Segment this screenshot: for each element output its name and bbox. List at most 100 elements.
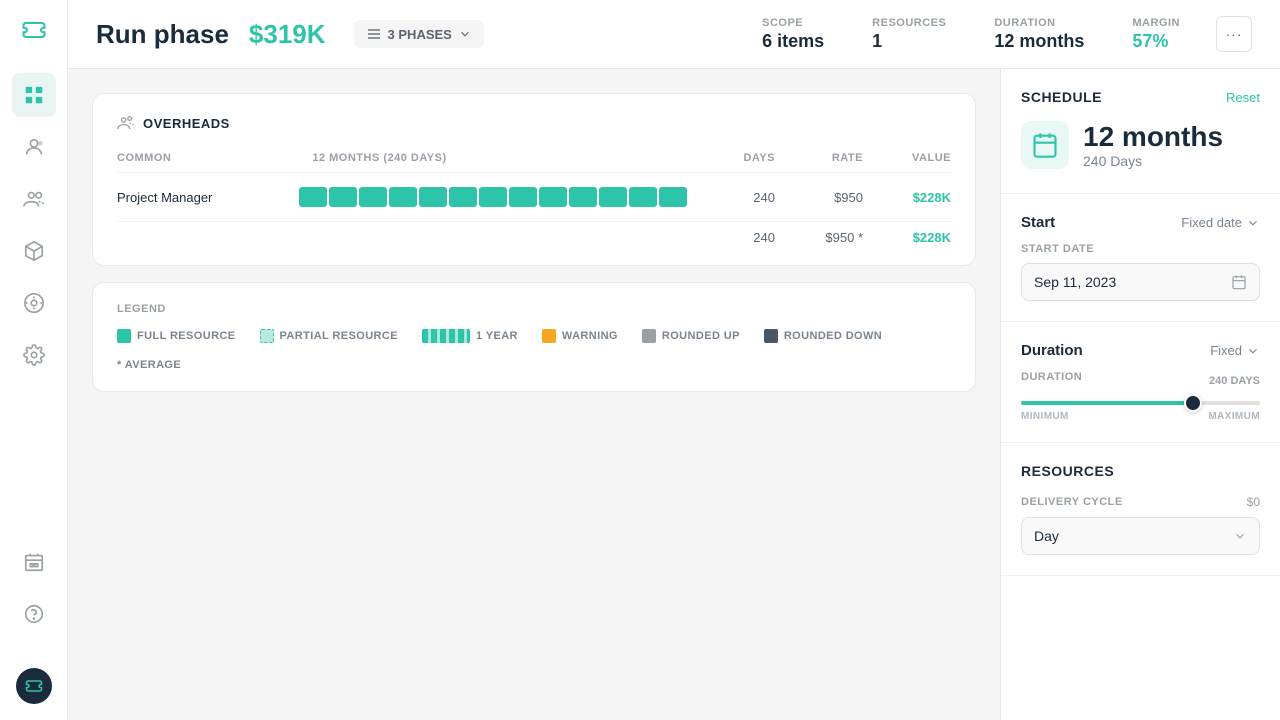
start-date-label: START DATE [1021,243,1260,255]
slider-fill [1021,401,1193,405]
calendar-small-icon [1231,274,1247,290]
sidebar-item-chat[interactable] [12,281,56,325]
duration-slider[interactable] [1021,401,1260,405]
full-resource-label: FULL RESOURCE [137,330,236,342]
stat-scope: SCOPE 6 items [762,17,824,52]
reset-button[interactable]: Reset [1226,90,1260,105]
duration-field-label: Duration [1021,342,1083,359]
row-rate: $950 [783,190,863,205]
overheads-icon [117,114,135,132]
sidebar-item-settings[interactable] [12,333,56,377]
gbar-2 [329,187,357,207]
legend-warning: WARNING [542,329,618,343]
chevron-down-icon [1246,216,1260,230]
day-select[interactable]: Day [1021,517,1260,555]
resources-value: 1 [872,31,946,52]
schedule-months: 12 months [1083,121,1223,153]
gbar-9 [539,187,567,207]
duration-field-row: Duration Fixed [1021,342,1260,359]
delivery-cycle-label: DELIVERY CYCLE [1021,496,1123,508]
margin-label: MARGIN [1132,17,1180,29]
start-label: Start [1021,214,1055,231]
sidebar-item-team[interactable] [12,177,56,221]
gbar-5 [419,187,447,207]
row-days: 240 [695,190,775,205]
stat-resources: RESOURCES 1 [872,17,946,52]
duration-days-row: DURATION 240 DAYS [1021,371,1260,391]
slider-max-label: MAXIMUM [1208,411,1260,422]
overheads-title: OVERHEADS [143,116,230,131]
col-common: COMMON [117,152,304,164]
start-date-value: Sep 11, 2023 [1034,274,1116,290]
start-section: Start Fixed date START DATE Sep 11, 2023 [1001,194,1280,322]
stat-duration: DURATION 12 months [994,17,1084,52]
duration-type-value: Fixed [1210,343,1242,358]
slider-thumb[interactable] [1184,394,1202,412]
resources-title: Resources [1021,463,1114,479]
slider-min-label: MINIMUM [1021,411,1069,422]
more-icon: ··· [1226,26,1243,42]
start-date-input[interactable]: Sep 11, 2023 [1021,263,1260,301]
more-button[interactable]: ··· [1216,16,1252,52]
main-content: Run phase $319K 3 PHASES SCOPE 6 items R… [68,0,1280,720]
schedule-days: 240 Days [1083,153,1223,169]
one-year-swatch [422,329,470,343]
duration-days-value: 240 DAYS [1209,375,1260,387]
duration-type-selector[interactable]: Fixed [1210,343,1260,358]
rounded-down-swatch [764,329,778,343]
sidebar [0,0,68,720]
footer-rate: $950 * [783,230,863,245]
table-footer: 240 $950 * $228K [117,221,951,245]
legend-rounded-down: ROUNDED DOWN [764,329,882,343]
sidebar-item-box[interactable] [12,229,56,273]
schedule-section: SCHEDULE Reset 12 months 240 [1001,69,1280,194]
start-field-row: Start Fixed date [1021,214,1260,231]
gbar-8 [509,187,537,207]
footer-value: $228K [871,230,951,245]
rounded-up-label: ROUNDED UP [662,330,740,342]
center-content: OVERHEADS COMMON 12 MONTHS (240 DAYS) DA… [68,69,1000,720]
day-select-value: Day [1034,528,1059,544]
sidebar-item-users[interactable] [12,125,56,169]
delivery-cycle-row: DELIVERY CYCLE $0 [1021,495,1260,509]
overheads-header: OVERHEADS [117,114,951,132]
margin-value: 57% [1132,31,1180,52]
calendar-icon-wrapper [1021,121,1069,169]
page-header: Run phase $319K 3 PHASES SCOPE 6 items R… [68,0,1280,69]
scope-value: 6 items [762,31,824,52]
start-type-selector[interactable]: Fixed date [1181,215,1260,230]
col-period: 12 MONTHS (240 DAYS) [312,152,687,164]
right-panel: SCHEDULE Reset 12 months 240 [1000,69,1280,720]
sidebar-item-building[interactable] [12,540,56,584]
header-stats: SCOPE 6 items RESOURCES 1 DURATION 12 mo… [762,17,1180,52]
body-area: OVERHEADS COMMON 12 MONTHS (240 DAYS) DA… [68,69,1280,720]
rounded-up-swatch [642,329,656,343]
col-value: VALUE [871,152,951,164]
sidebar-item-help[interactable] [12,592,56,636]
phases-button[interactable]: 3 PHASES [354,20,484,48]
schedule-header: SCHEDULE Reset [1021,89,1260,105]
rounded-down-label: ROUNDED DOWN [784,330,882,342]
duration-section: Duration Fixed DURATION 240 DAYS [1001,322,1280,443]
legend-one-year: 1 YEAR [422,329,518,343]
duration-value: 12 months [994,31,1084,52]
average-label: * AVERAGE [117,359,181,371]
full-resource-swatch [117,329,131,343]
partial-resource-swatch [260,329,274,343]
gbar-4 [389,187,417,207]
gbar-12 [629,187,657,207]
sidebar-logo[interactable] [20,16,48,49]
user-avatar[interactable] [16,668,52,704]
table-row: Project Manager [117,181,951,213]
col-days: DAYS [695,152,775,164]
calendar-icon [1031,131,1059,159]
page-title: Run phase [96,19,229,50]
one-year-label: 1 YEAR [476,330,518,342]
duration-label: DURATION [994,17,1084,29]
schedule-months-info: 12 months 240 Days [1083,121,1223,169]
sidebar-item-dashboard[interactable] [12,73,56,117]
resources-header: Resources [1021,463,1260,479]
legend-partial-resource: PARTIAL RESOURCE [260,329,398,343]
partial-resource-label: PARTIAL RESOURCE [280,330,398,342]
gbar-11 [599,187,627,207]
